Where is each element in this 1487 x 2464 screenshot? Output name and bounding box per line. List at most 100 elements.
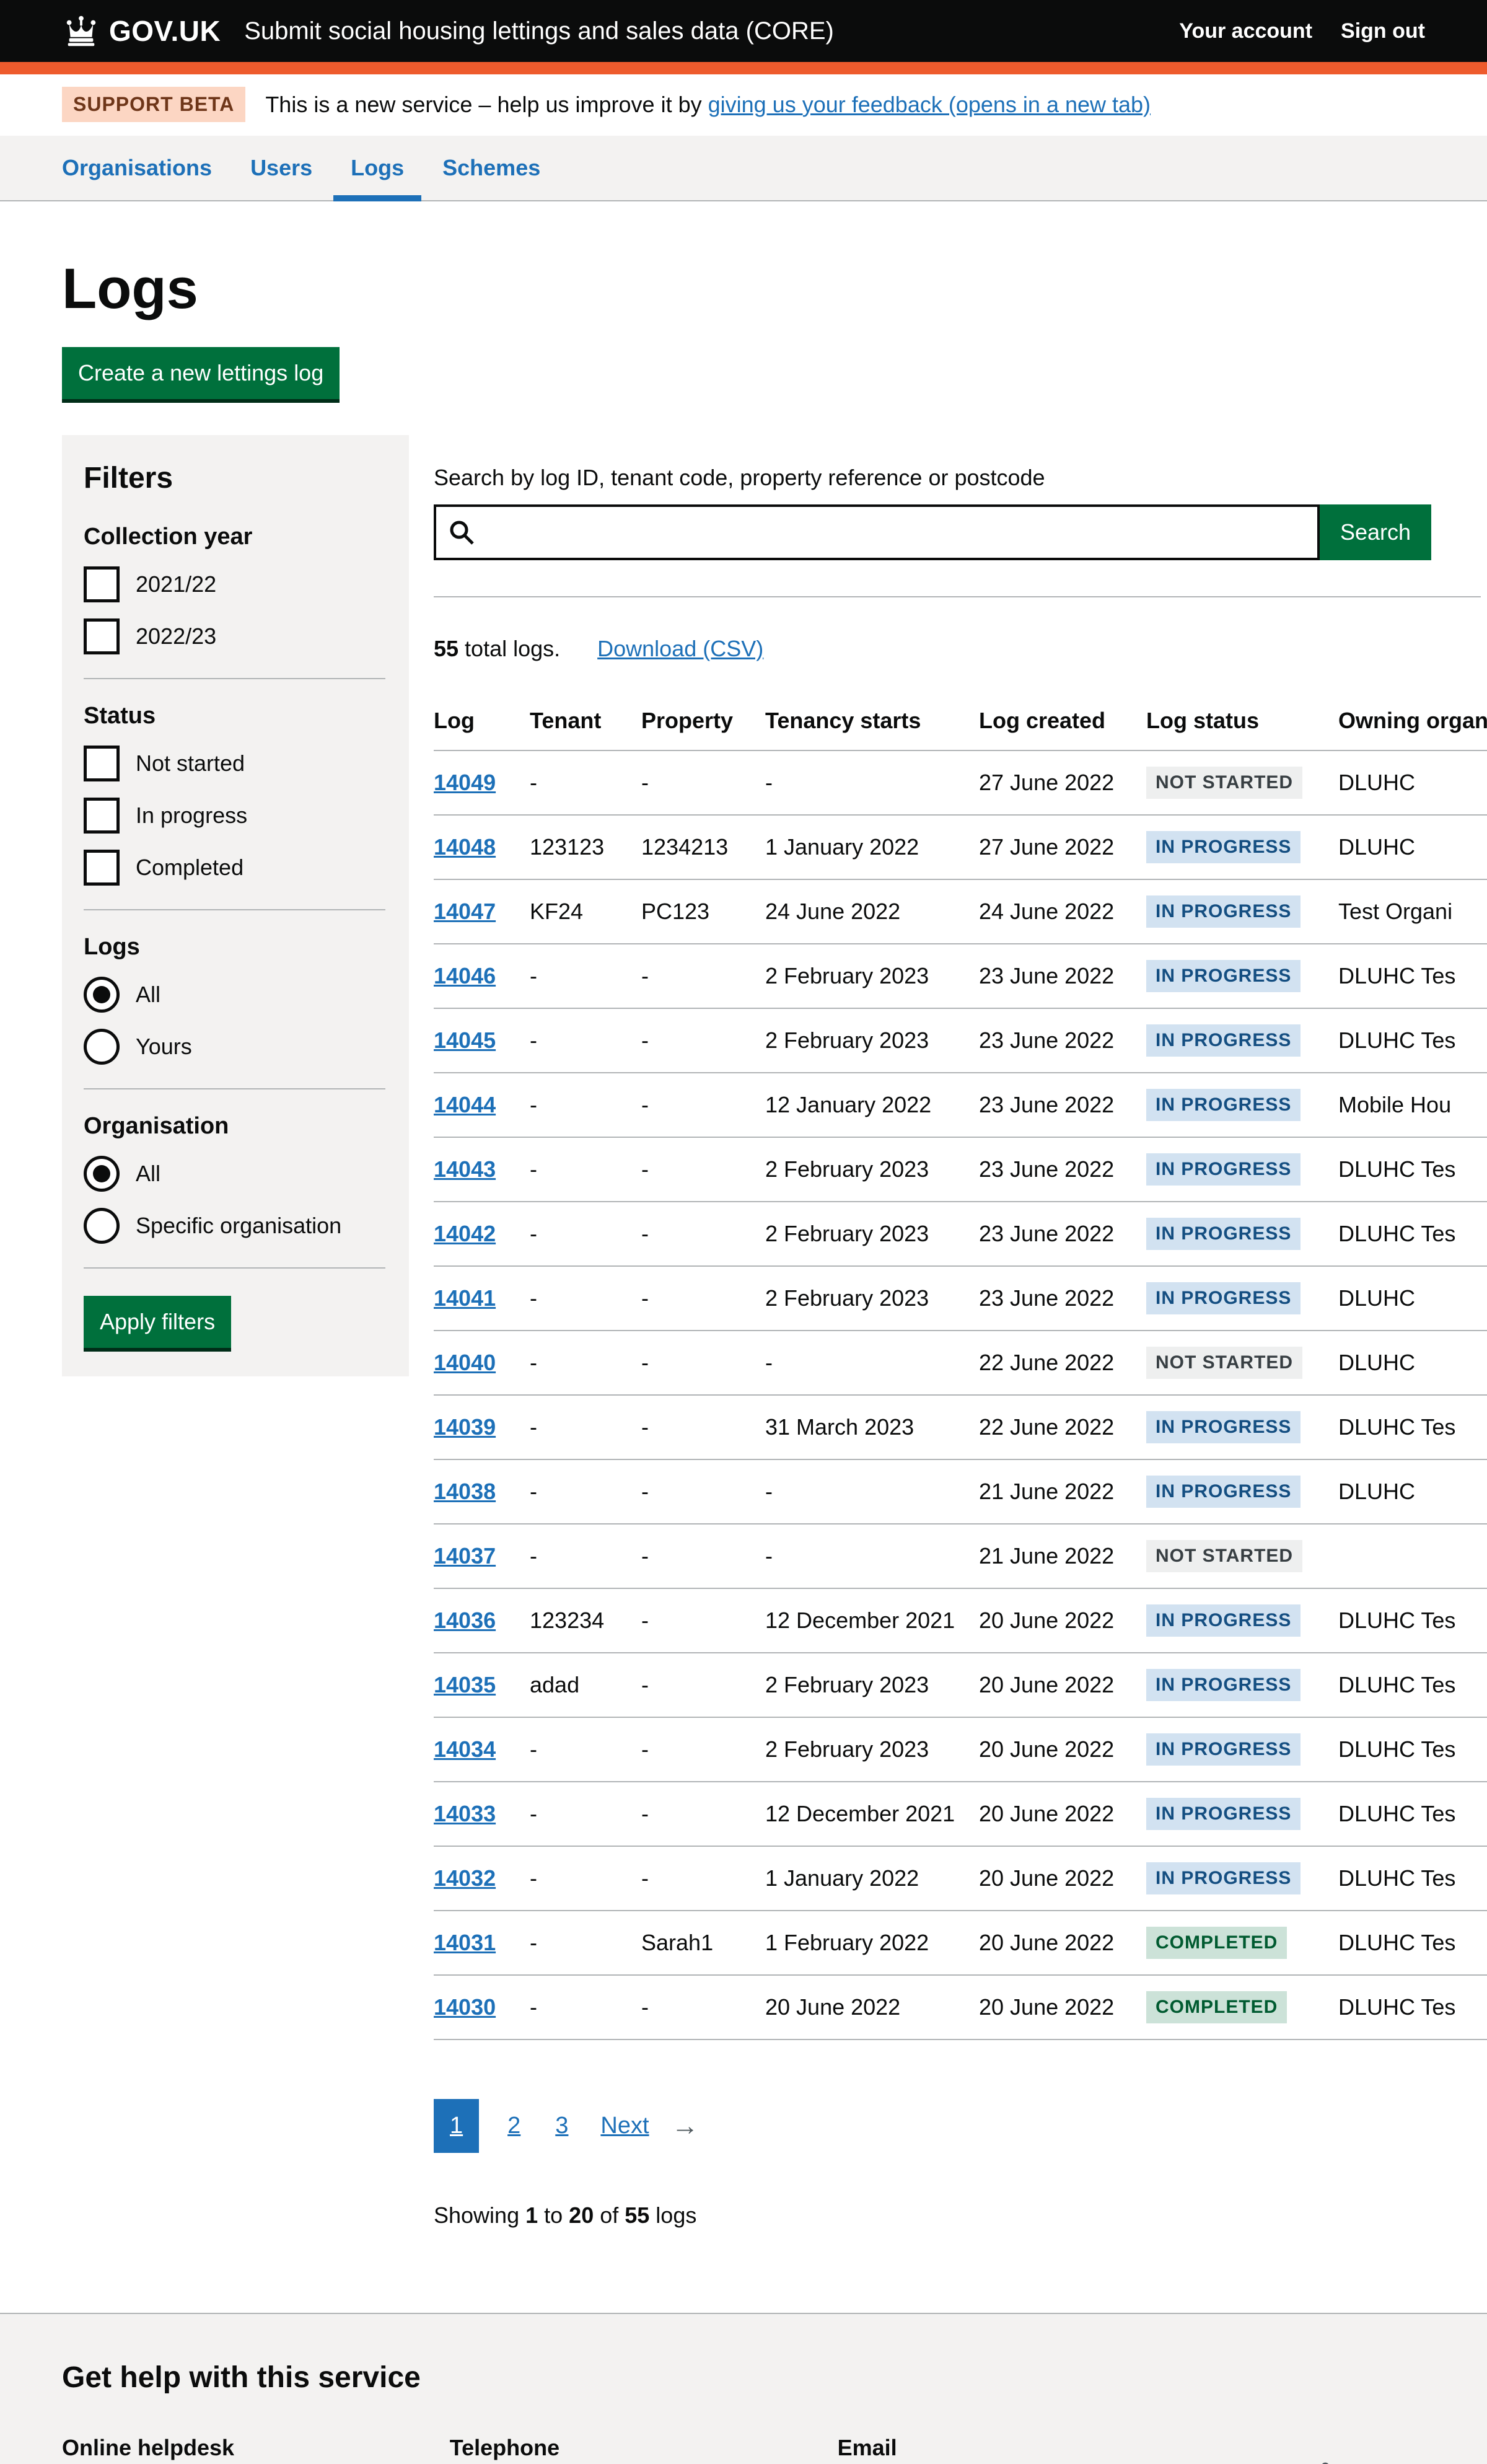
property-cell: -: [641, 1524, 765, 1588]
property-cell: -: [641, 1137, 765, 1202]
log-created-cell: 20 June 2022: [979, 1846, 1146, 1911]
telephone-heading: Telephone: [450, 2431, 838, 2464]
crown-icon: [62, 15, 100, 47]
property-cell: -: [641, 1331, 765, 1395]
your-account-link[interactable]: Your account: [1179, 19, 1312, 43]
nav-tab[interactable]: Schemes: [425, 136, 558, 200]
filters-divider: [84, 1088, 385, 1089]
property-cell: -: [641, 1588, 765, 1653]
tenancy-starts-cell: 2 February 2023: [765, 1653, 979, 1717]
col-header-log-status: Log status: [1146, 694, 1338, 750]
status-badge: NOT STARTED: [1146, 1540, 1302, 1572]
table-row: 14036 123234 - 12 December 2021 20 June …: [434, 1588, 1487, 1653]
log-id-link[interactable]: 14040: [434, 1350, 496, 1375]
tenancy-starts-cell: 2 February 2023: [765, 944, 979, 1008]
property-cell: -: [641, 1073, 765, 1137]
log-id-link[interactable]: 14032: [434, 1865, 496, 1891]
sign-out-link[interactable]: Sign out: [1341, 19, 1425, 43]
radio-button[interactable]: [84, 1208, 120, 1244]
log-created-cell: 27 June 2022: [979, 815, 1146, 879]
filters-divider: [84, 678, 385, 679]
tenancy-starts-cell: 12 December 2021: [765, 1588, 979, 1653]
service-name[interactable]: Submit social housing lettings and sales…: [244, 17, 834, 45]
col-header-log: Log: [434, 694, 530, 750]
log-id-link[interactable]: 14041: [434, 1285, 496, 1311]
log-created-cell: 20 June 2022: [979, 1717, 1146, 1782]
total-logs-text: 55 total logs.: [434, 636, 560, 662]
pagination-page-link[interactable]: 2: [501, 2099, 527, 2153]
footer-helpdesk-column: Online helpdesk CORE helpdesk (opens in …: [62, 2431, 450, 2464]
radio-button[interactable]: [84, 977, 120, 1013]
search-input[interactable]: [434, 504, 1320, 560]
pagination-page-link[interactable]: 3: [549, 2099, 574, 2153]
log-id-link[interactable]: 14037: [434, 1543, 496, 1569]
nav-tab[interactable]: Organisations: [45, 136, 229, 200]
pagination-next-link[interactable]: Next: [600, 2113, 649, 2139]
checkbox[interactable]: [84, 850, 120, 886]
log-id-link[interactable]: 14047: [434, 899, 496, 924]
log-id-link[interactable]: 14046: [434, 963, 496, 988]
logs-table: Log Tenant Property Tenancy starts Log c…: [434, 694, 1487, 2040]
filters-divider: [84, 1267, 385, 1269]
log-id-link[interactable]: 14039: [434, 1414, 496, 1440]
log-id-link[interactable]: 14035: [434, 1672, 496, 1697]
owning-organisation-cell: DLUHC Tes: [1338, 1782, 1487, 1846]
govuk-header: GOV.UK Submit social housing lettings an…: [0, 0, 1487, 62]
apply-filters-button[interactable]: Apply filters: [84, 1296, 231, 1348]
tenant-cell: -: [530, 1202, 641, 1266]
log-id-link[interactable]: 14049: [434, 770, 496, 795]
checkbox[interactable]: [84, 566, 120, 602]
checkbox[interactable]: [84, 618, 120, 654]
download-csv-link[interactable]: Download (CSV): [597, 636, 763, 662]
log-id-link[interactable]: 14048: [434, 834, 496, 860]
tenant-cell: -: [530, 1395, 641, 1459]
log-id-link[interactable]: 14031: [434, 1930, 496, 1955]
log-id-link[interactable]: 14042: [434, 1221, 496, 1246]
log-id-link[interactable]: 14036: [434, 1608, 496, 1633]
table-row: 14048 123123 1234213 1 January 2022 27 J…: [434, 815, 1487, 879]
log-created-cell: 23 June 2022: [979, 1137, 1146, 1202]
log-id-link[interactable]: 14045: [434, 1027, 496, 1053]
feedback-link[interactable]: giving us your feedback (opens in a new …: [708, 92, 1151, 117]
property-cell: Sarah1: [641, 1911, 765, 1975]
tenant-cell: -: [530, 1073, 641, 1137]
table-row: 14044 - - 12 January 2022 23 June 2022 I…: [434, 1073, 1487, 1137]
checkbox[interactable]: [84, 746, 120, 781]
footer-title: Get help with this service: [62, 2361, 1425, 2395]
tenancy-starts-cell: 24 June 2022: [765, 879, 979, 944]
tenant-cell: KF24: [530, 879, 641, 944]
log-id-link[interactable]: 14044: [434, 1092, 496, 1117]
pagination-page-link[interactable]: 1: [434, 2099, 479, 2153]
owning-organisation-cell: DLUHC Tes: [1338, 1911, 1487, 1975]
nav-tab[interactable]: Users: [233, 136, 330, 200]
table-row: 14049 - - - 27 June 2022 NOT STARTED DLU…: [434, 750, 1487, 815]
search-button[interactable]: Search: [1320, 504, 1431, 560]
header-accent-bar: [0, 62, 1487, 74]
radio-row: Yours: [84, 1029, 385, 1065]
radio-button[interactable]: [84, 1156, 120, 1192]
log-id-link[interactable]: 14033: [434, 1801, 496, 1826]
arrow-right-icon: →: [672, 2111, 699, 2142]
property-cell: -: [641, 1395, 765, 1459]
owning-organisation-cell: DLUHC Tes: [1338, 1395, 1487, 1459]
logs-filter-label: Logs: [84, 934, 385, 961]
owning-organisation-cell: DLUHC Tes: [1338, 1008, 1487, 1073]
log-id-link[interactable]: 14043: [434, 1156, 496, 1182]
owning-organisation-cell: [1338, 1524, 1487, 1588]
radio-label: All: [136, 1161, 160, 1187]
table-row: 14042 - - 2 February 2023 23 June 2022 I…: [434, 1202, 1487, 1266]
log-id-link[interactable]: 14038: [434, 1479, 496, 1504]
radio-button[interactable]: [84, 1029, 120, 1065]
tenancy-starts-cell: 20 June 2022: [765, 1975, 979, 2039]
results-column: Search by log ID, tenant code, property …: [434, 435, 1487, 2251]
checkbox[interactable]: [84, 798, 120, 834]
tenant-cell: -: [530, 1975, 641, 2039]
status-badge: IN PROGRESS: [1146, 1153, 1301, 1186]
create-lettings-log-button[interactable]: Create a new lettings log: [62, 347, 340, 399]
property-cell: -: [641, 944, 765, 1008]
nav-tab[interactable]: Logs: [333, 136, 421, 200]
log-id-link[interactable]: 14034: [434, 1736, 496, 1762]
log-created-cell: 20 June 2022: [979, 1782, 1146, 1846]
log-id-link[interactable]: 14030: [434, 1994, 496, 2020]
govuk-logo[interactable]: GOV.UK: [62, 14, 221, 48]
